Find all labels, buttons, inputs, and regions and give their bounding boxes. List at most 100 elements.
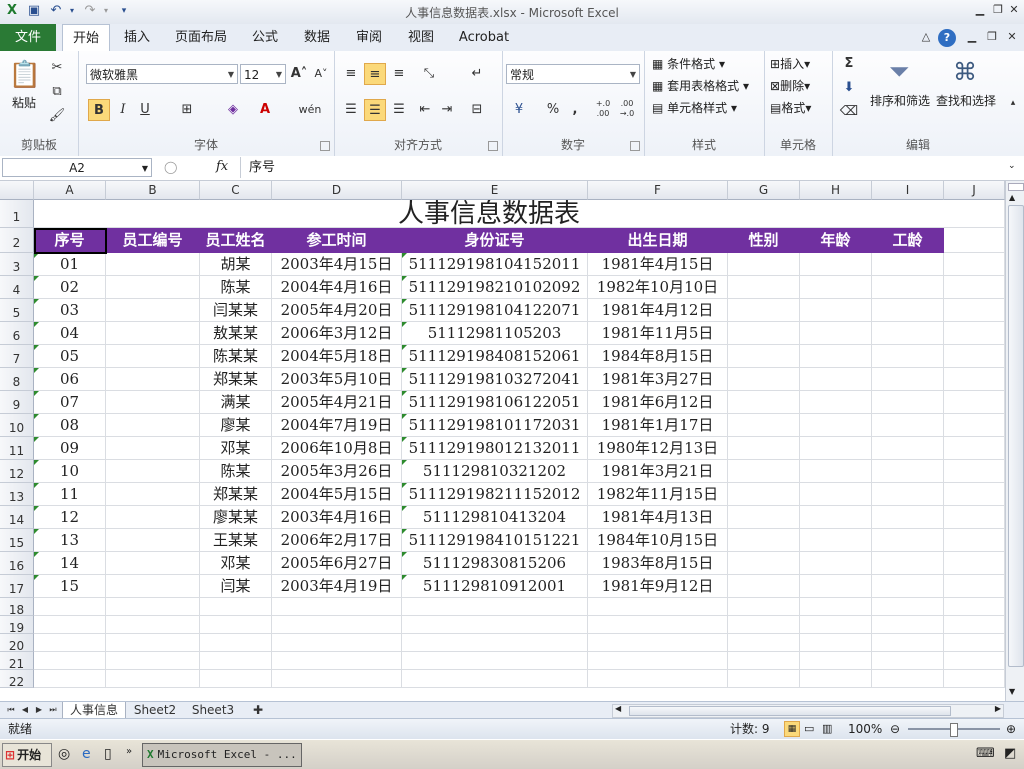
- row-header[interactable]: 5: [0, 299, 34, 322]
- prev-sheet-icon[interactable]: ◀: [18, 702, 32, 718]
- column-header-e[interactable]: E: [402, 181, 588, 200]
- cell-styles-button[interactable]: ▤ 单元格样式 ▾: [652, 98, 737, 118]
- row-header[interactable]: 3: [0, 253, 34, 276]
- data-cell[interactable]: 511129198410151221: [402, 529, 588, 552]
- sheet-tab-sheet3[interactable]: Sheet3: [186, 702, 240, 718]
- row-header[interactable]: 1: [0, 200, 34, 228]
- data-cell[interactable]: [728, 345, 800, 368]
- data-cell[interactable]: [728, 506, 800, 529]
- data-cell[interactable]: 511129198408152061: [402, 345, 588, 368]
- data-cell[interactable]: 09: [34, 437, 106, 460]
- fill-icon[interactable]: ⬇: [838, 77, 860, 99]
- zoom-in-icon[interactable]: ⊕: [1006, 719, 1016, 739]
- data-cell[interactable]: 2004年7月19日: [272, 414, 402, 437]
- bold-button[interactable]: B: [88, 99, 110, 121]
- empty-cell[interactable]: [272, 598, 402, 616]
- insert-sheet-icon[interactable]: ✚: [246, 702, 270, 718]
- data-cell[interactable]: 2004年4月16日: [272, 276, 402, 299]
- tab-insert[interactable]: 插入: [116, 24, 158, 51]
- data-cell[interactable]: 1984年10月15日: [588, 529, 728, 552]
- row-header[interactable]: 2: [0, 228, 34, 253]
- row-header[interactable]: 19: [0, 616, 34, 635]
- tab-formulas[interactable]: 公式: [244, 24, 286, 51]
- start-button[interactable]: ⊞ 开始: [2, 743, 52, 767]
- format-painter-icon[interactable]: 🖌: [46, 105, 68, 127]
- percent-style-button[interactable]: %: [542, 99, 564, 121]
- data-cell[interactable]: 511129198211152012: [402, 483, 588, 506]
- find-select-button[interactable]: 查找和选择: [936, 91, 996, 111]
- data-cell[interactable]: 1981年3月27日: [588, 368, 728, 391]
- row-header[interactable]: 13: [0, 483, 34, 506]
- scroll-right-icon[interactable]: ▶: [995, 704, 1001, 713]
- data-cell[interactable]: [728, 575, 800, 598]
- data-cell[interactable]: 2003年4月19日: [272, 575, 402, 598]
- data-cell[interactable]: [872, 552, 944, 575]
- delete-cells-button[interactable]: ⊠删除▾: [770, 76, 810, 96]
- empty-cell[interactable]: [588, 634, 728, 652]
- data-cell[interactable]: [800, 253, 872, 276]
- column-header-f[interactable]: F: [588, 181, 728, 200]
- column-header-d[interactable]: D: [272, 181, 402, 200]
- split-box[interactable]: [1008, 183, 1024, 191]
- row-header[interactable]: 14: [0, 506, 34, 529]
- empty-cell[interactable]: [34, 634, 106, 652]
- data-cell[interactable]: [728, 414, 800, 437]
- data-cell[interactable]: 1981年4月15日: [588, 253, 728, 276]
- data-cell[interactable]: [944, 345, 1005, 368]
- header-cell[interactable]: 序号: [34, 228, 106, 253]
- row-header[interactable]: 6: [0, 322, 34, 345]
- sheet-title-cell[interactable]: 人事信息数据表: [34, 200, 944, 228]
- header-cell[interactable]: 参工时间: [272, 228, 402, 253]
- format-cells-button[interactable]: ▤格式▾: [770, 98, 811, 118]
- data-cell[interactable]: [800, 322, 872, 345]
- tab-acrobat[interactable]: Acrobat: [452, 24, 516, 51]
- row-header[interactable]: 10: [0, 414, 34, 437]
- empty-cell[interactable]: [106, 634, 200, 652]
- data-cell[interactable]: [872, 483, 944, 506]
- data-cell[interactable]: [944, 322, 1005, 345]
- data-cell[interactable]: 02: [34, 276, 106, 299]
- accounting-format-icon[interactable]: ¥: [508, 99, 530, 121]
- data-cell[interactable]: [106, 506, 200, 529]
- data-cell[interactable]: 2005年6月27日: [272, 552, 402, 575]
- empty-cell[interactable]: [800, 616, 872, 634]
- align-left-icon[interactable]: ☰: [340, 99, 362, 121]
- data-cell[interactable]: 2004年5月15日: [272, 483, 402, 506]
- empty-cell[interactable]: [200, 616, 272, 634]
- empty-cell[interactable]: [728, 652, 800, 670]
- data-cell[interactable]: 廖某: [200, 414, 272, 437]
- row-header[interactable]: 12: [0, 460, 34, 483]
- decrease-indent-icon[interactable]: ⇤: [414, 99, 436, 121]
- empty-cell[interactable]: [944, 616, 1005, 634]
- zoom-level[interactable]: 100%: [848, 719, 882, 739]
- wrap-text-icon[interactable]: ↵: [466, 63, 488, 85]
- data-cell[interactable]: [800, 276, 872, 299]
- merge-center-icon[interactable]: ⊟: [466, 99, 488, 121]
- cell[interactable]: [944, 200, 1005, 228]
- row-header[interactable]: 16: [0, 552, 34, 575]
- select-all-corner[interactable]: [0, 181, 34, 200]
- empty-cell[interactable]: [872, 634, 944, 652]
- empty-cell[interactable]: [872, 652, 944, 670]
- empty-cell[interactable]: [402, 616, 588, 634]
- scroll-up-icon[interactable]: ▲: [1009, 193, 1015, 202]
- empty-cell[interactable]: [944, 670, 1005, 688]
- borders-icon[interactable]: ⊞: [176, 99, 198, 121]
- row-header[interactable]: 7: [0, 345, 34, 368]
- data-cell[interactable]: [106, 437, 200, 460]
- data-cell[interactable]: 郑某某: [200, 368, 272, 391]
- data-cell[interactable]: [872, 575, 944, 598]
- shrink-font-icon[interactable]: A˅: [310, 63, 332, 85]
- data-cell[interactable]: 511129198104122071: [402, 299, 588, 322]
- data-cell[interactable]: [800, 460, 872, 483]
- paste-icon[interactable]: 📋: [8, 57, 42, 93]
- empty-cell[interactable]: [272, 634, 402, 652]
- data-cell[interactable]: 闫某: [200, 575, 272, 598]
- data-cell[interactable]: 511129198012132011: [402, 437, 588, 460]
- more-quicklaunch-icon[interactable]: »: [126, 746, 132, 757]
- data-cell[interactable]: [800, 414, 872, 437]
- data-cell[interactable]: 13: [34, 529, 106, 552]
- align-top-icon[interactable]: ≡: [340, 63, 362, 85]
- data-cell[interactable]: [728, 437, 800, 460]
- empty-cell[interactable]: [200, 598, 272, 616]
